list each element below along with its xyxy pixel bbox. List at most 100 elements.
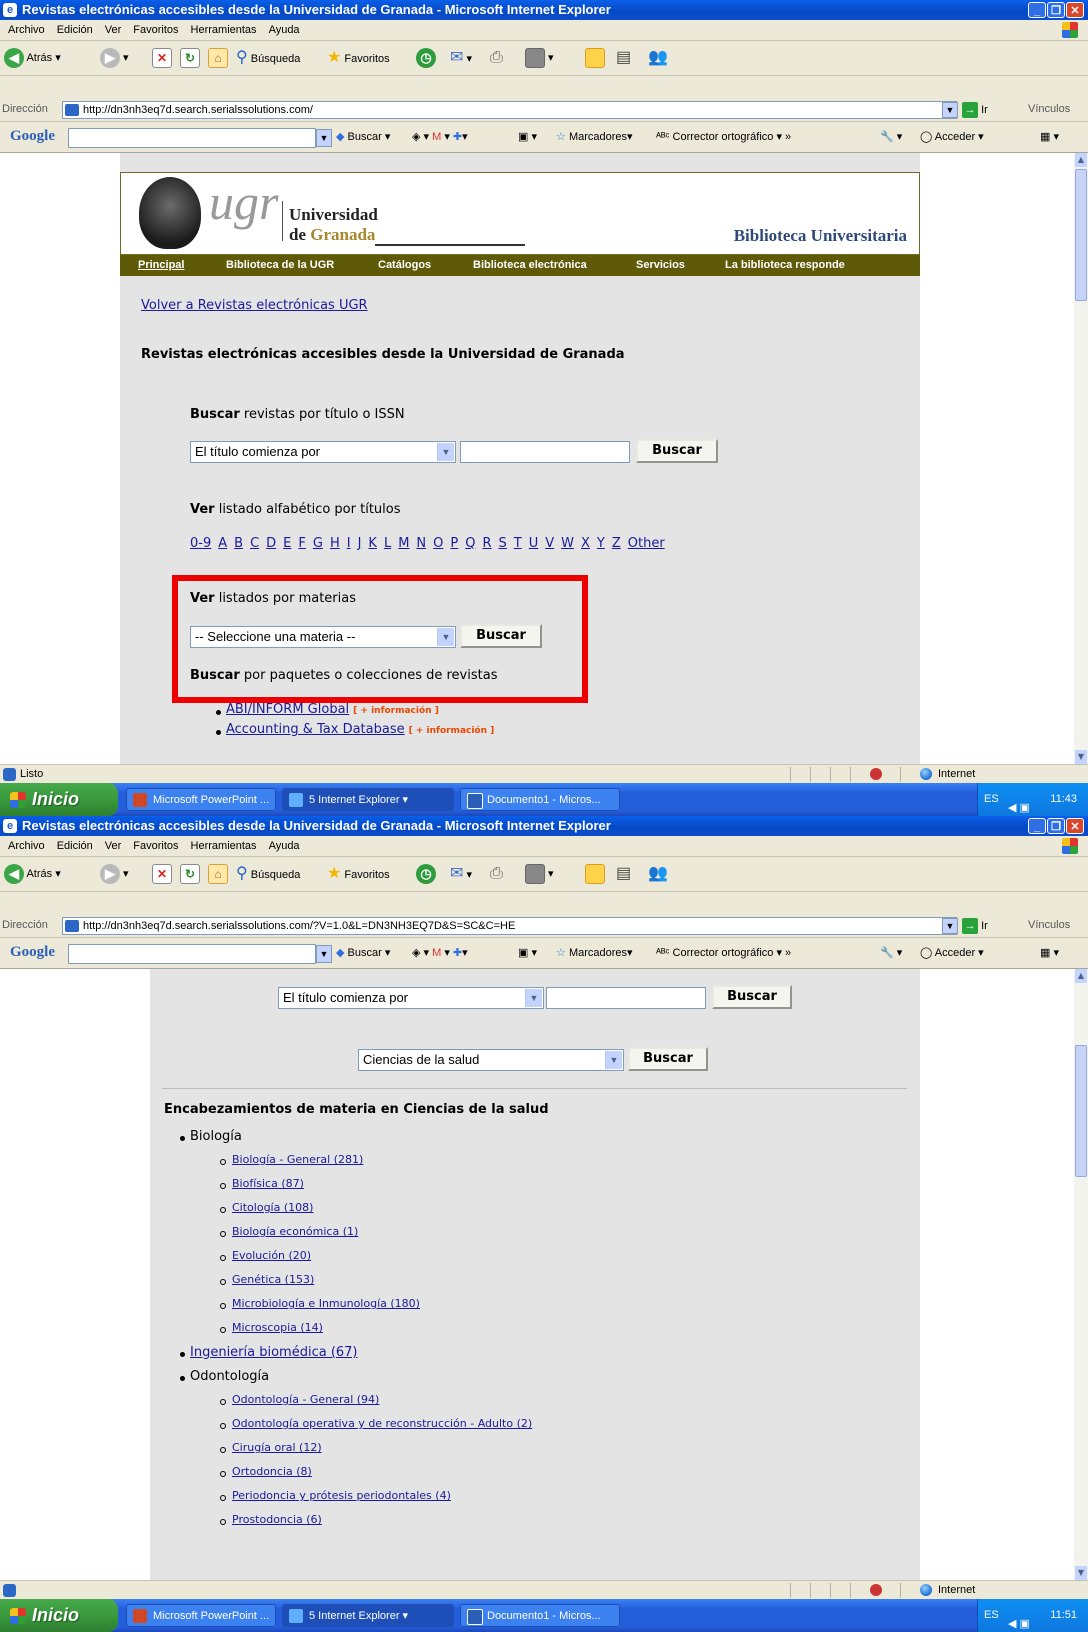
title-search-button[interactable]: Buscar [636, 439, 718, 463]
google-signin-button[interactable]: ◯ Acceder ▾ [920, 946, 984, 959]
favorites-button[interactable]: ★ Favoritos [327, 863, 390, 885]
messenger-button[interactable]: 👥 [648, 47, 668, 69]
subject-subcategory-link[interactable]: Genética (153) [232, 1273, 314, 1286]
alpha-link[interactable]: P [450, 536, 458, 551]
scroll-down-icon[interactable]: ▼ [1075, 750, 1087, 764]
package-link[interactable]: Accounting & Tax Database [226, 722, 405, 737]
subject-subcategory-link[interactable]: Ortodoncia (8) [232, 1465, 312, 1478]
subject-subcategory-link[interactable]: Microbiología e Inmunología (180) [232, 1297, 420, 1310]
back-button[interactable]: ◀ Atrás ▾ [4, 863, 61, 885]
alpha-link[interactable]: Y [597, 536, 605, 551]
google-search-button[interactable]: ◆ Buscar ▾ [336, 130, 390, 143]
alpha-link[interactable]: C [250, 536, 259, 551]
alpha-link[interactable]: U [529, 536, 539, 551]
forward-button[interactable]: ▶ ▾ [100, 863, 129, 885]
start-button[interactable]: Inicio [0, 1599, 118, 1632]
edit-button[interactable]: ▾ [525, 47, 554, 69]
edit-button[interactable]: ▾ [525, 863, 554, 885]
scroll-thumb[interactable] [1075, 1045, 1087, 1177]
menu-archivo[interactable]: Archivo [8, 840, 45, 852]
favorites-button[interactable]: ★ Favoritos [327, 47, 390, 69]
google-bookmarks-button[interactable]: ☆ Marcadores▾ [556, 130, 633, 143]
research-button[interactable]: ▤ [616, 863, 631, 885]
taskbar-item-word[interactable]: Documento1 - Micros... [460, 788, 620, 811]
subject-subcategory-link[interactable]: Evolución (20) [232, 1249, 311, 1262]
go-button[interactable]: → Ir [962, 917, 988, 935]
back-button[interactable]: ◀ Atrás ▾ [4, 47, 61, 69]
scroll-thumb[interactable] [1075, 169, 1087, 301]
google-dropdown-icon[interactable]: ▼ [316, 945, 332, 963]
alpha-link[interactable]: A [218, 536, 227, 551]
tray-icons[interactable]: ◀ ▣ [1008, 792, 1048, 814]
google-tools-icons[interactable]: ◈ ▾ M ▾ ✚▾ [412, 946, 468, 959]
subject-search-button[interactable]: Buscar [460, 624, 542, 648]
alpha-link[interactable]: 0-9 [190, 536, 211, 551]
menu-favoritos[interactable]: Favoritos [133, 840, 178, 852]
menu-edicion[interactable]: Edición [57, 24, 93, 36]
vertical-scrollbar[interactable]: ▲ ▼ [1074, 969, 1088, 1580]
print-button[interactable]: ⎙ [490, 47, 503, 69]
translate-icon[interactable]: ▦ ▾ [1040, 946, 1059, 959]
subject-subcategory-link[interactable]: Prostodoncia (6) [232, 1513, 322, 1526]
alpha-link[interactable]: D [266, 536, 276, 551]
title-search-button[interactable]: Buscar [712, 985, 792, 1009]
taskbar-item-word[interactable]: Documento1 - Micros... [460, 1604, 620, 1627]
translate-icon[interactable]: ▦ ▾ [1040, 130, 1059, 143]
google-tools-icons[interactable]: ◈ ▾ M ▾ ✚▾ [412, 130, 468, 143]
close-button[interactable]: ✕ [1066, 2, 1084, 18]
alpha-link[interactable]: E [283, 536, 291, 551]
stop-button[interactable]: ✕ [152, 47, 172, 69]
note-button[interactable] [585, 863, 605, 885]
google-spell-button[interactable]: ᴬᴮᶜ Corrector ortográfico ▾ » [656, 130, 791, 143]
go-button[interactable]: → Ir [962, 101, 988, 119]
scroll-up-icon[interactable]: ▲ [1075, 969, 1087, 983]
subject-select[interactable]: Ciencias de la salud ▼ [358, 1049, 624, 1071]
search-button[interactable]: ⚲ Búsqueda [236, 863, 300, 885]
menu-ver[interactable]: Ver [105, 840, 122, 852]
language-indicator[interactable]: ES [984, 1599, 999, 1632]
subject-subcategory-link[interactable]: Citología (108) [232, 1201, 313, 1214]
home-button[interactable]: ⌂ [208, 47, 228, 69]
refresh-button[interactable]: ↻ [180, 47, 200, 69]
alpha-link[interactable]: T [514, 536, 522, 551]
subject-category[interactable]: Ingeniería biomédica (67) [190, 1345, 358, 1360]
menu-archivo[interactable]: Archivo [8, 24, 45, 36]
menu-ayuda[interactable]: Ayuda [269, 840, 300, 852]
refresh-button[interactable]: ↻ [180, 863, 200, 885]
taskbar-item-powerpoint[interactable]: Microsoft PowerPoint ... [126, 788, 276, 811]
messenger-button[interactable]: 👥 [648, 863, 668, 885]
start-button[interactable]: Inicio [0, 783, 118, 816]
subject-subcategory-link[interactable]: Biología económica (1) [232, 1225, 358, 1238]
alpha-link[interactable]: I [347, 536, 351, 551]
title-search-select[interactable]: El título comienza por ▼ [190, 441, 456, 463]
close-button[interactable]: ✕ [1066, 818, 1084, 834]
menu-favoritos[interactable]: Favoritos [133, 24, 178, 36]
package-info-link[interactable]: [ + información ] [409, 726, 495, 736]
mail-button[interactable]: ✉ ▾ [450, 863, 472, 885]
nav-biblioteca-ugr[interactable]: Biblioteca de la UGR [226, 255, 334, 276]
address-input[interactable]: http://dn3nh3eq7d.search.serialssolution… [62, 917, 957, 935]
package-info-link[interactable]: [ + información ] [353, 706, 439, 716]
menu-ayuda[interactable]: Ayuda [269, 24, 300, 36]
subject-subcategory-link[interactable]: Periodoncia y prótesis periodontales (4) [232, 1489, 451, 1502]
nav-principal[interactable]: Principal [138, 255, 184, 276]
title-search-select[interactable]: El título comienza por ▼ [278, 987, 544, 1009]
wrench-button[interactable]: 🔧 ▾ [880, 946, 902, 959]
minimize-button[interactable]: _ [1028, 2, 1046, 18]
google-search-button[interactable]: ◆ Buscar ▾ [336, 946, 390, 959]
minimize-button[interactable]: _ [1028, 818, 1046, 834]
scroll-up-icon[interactable]: ▲ [1075, 153, 1087, 167]
alpha-link[interactable]: B [234, 536, 243, 551]
google-spell-button[interactable]: ᴬᴮᶜ Corrector ortográfico ▾ » [656, 946, 791, 959]
alpha-link[interactable]: H [330, 536, 340, 551]
taskbar-item-ie[interactable]: 5 Internet Explorer ▾ [282, 788, 454, 811]
maximize-button[interactable]: ❐ [1047, 2, 1065, 18]
subject-subcategory-link[interactable]: Cirugía oral (12) [232, 1441, 322, 1454]
alpha-link[interactable]: N [416, 536, 426, 551]
google-logo[interactable]: Google [10, 944, 55, 961]
alpha-link[interactable]: Other [628, 536, 665, 551]
google-logo[interactable]: Google [10, 128, 55, 145]
google-search-input[interactable] [68, 128, 316, 148]
menu-edicion[interactable]: Edición [57, 840, 93, 852]
tray-icons[interactable]: ◀ ▣ [1008, 1608, 1048, 1630]
